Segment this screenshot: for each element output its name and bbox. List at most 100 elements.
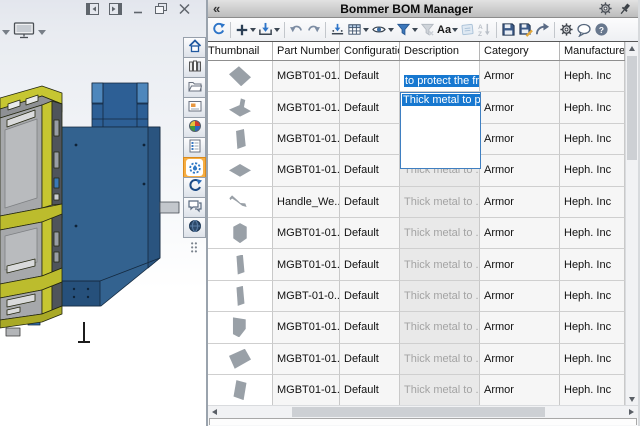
clear-filter-icon[interactable] (419, 20, 436, 39)
category-cell[interactable]: Armor (480, 92, 560, 124)
tab-bommer[interactable] (183, 157, 206, 178)
category-cell[interactable]: Armor (480, 249, 560, 281)
description-cell[interactable]: Thick metal to ... (400, 280, 480, 313)
description-cell[interactable]: Thick metal to ... (400, 217, 480, 250)
part-number-cell[interactable]: Handle_We... (273, 186, 340, 218)
columns-icon[interactable] (346, 20, 370, 39)
description-edit-box[interactable]: Thick metal to prote (400, 92, 481, 169)
table-row[interactable]: Handle_We... Default Thick metal to ... … (208, 186, 638, 218)
feedback-icon[interactable] (575, 20, 593, 39)
manufacturer-cell[interactable]: Heph. Inc (560, 92, 625, 124)
part-number-cell[interactable]: MGBT01-01... (273, 312, 340, 344)
redo-icon[interactable] (305, 20, 322, 39)
manufacturer-cell[interactable]: Heph. Inc (560, 280, 625, 313)
save-as-icon[interactable] (517, 20, 534, 39)
tab-design-library[interactable] (183, 77, 206, 98)
settings-gear-icon[interactable] (597, 1, 613, 16)
add-row-icon[interactable] (234, 20, 257, 39)
category-cell[interactable]: Armor (480, 343, 560, 375)
configuration-cell[interactable]: Default (340, 155, 400, 187)
category-cell[interactable]: Armor (480, 312, 560, 344)
tab-appearances[interactable] (183, 117, 206, 138)
thumbnail-cell[interactable] (208, 249, 273, 281)
sort-icon[interactable]: AZ (476, 20, 493, 39)
column-header-category[interactable]: Category (480, 42, 560, 60)
manufacturer-cell[interactable]: Heph. Inc (560, 249, 625, 281)
part-number-cell[interactable]: MGBT01-01... (273, 123, 340, 156)
configuration-cell[interactable]: Default (340, 186, 400, 218)
configuration-cell[interactable]: Default (340, 61, 400, 93)
pin-icon[interactable] (617, 1, 633, 16)
part-number-cell[interactable]: MGBT01-01... (273, 249, 340, 281)
category-cell[interactable]: Armor (480, 280, 560, 313)
thumbnail-cell[interactable] (208, 61, 273, 93)
category-cell[interactable]: Armor (480, 217, 560, 250)
tab-resources[interactable] (183, 57, 206, 78)
thumbnail-cell[interactable] (208, 217, 273, 250)
thumbnail-cell[interactable] (208, 343, 273, 375)
configuration-cell[interactable]: Default (340, 343, 400, 375)
part-number-cell[interactable]: MGBT01-01... (273, 61, 340, 93)
configuration-cell[interactable]: Default (340, 217, 400, 250)
thumbnail-cell[interactable] (208, 123, 273, 156)
configuration-cell[interactable]: Default (340, 280, 400, 313)
edit-notes-icon[interactable] (459, 20, 476, 39)
manufacturer-cell[interactable]: Heph. Inc (560, 61, 625, 93)
help-icon[interactable]: ? (593, 20, 610, 39)
category-cell[interactable]: Armor (480, 186, 560, 218)
taskpane-resize-grip[interactable]: •• •• •• (183, 238, 206, 256)
undo-icon[interactable] (288, 20, 305, 39)
description-cell[interactable]: Thick metal to ... (400, 249, 480, 281)
description-cell[interactable]: to protect the frame (400, 61, 480, 93)
table-row[interactable]: MGBT01-01... Default Thick metal to ... … (208, 217, 638, 250)
display-settings-icon[interactable] (13, 22, 35, 42)
save-icon[interactable] (500, 20, 517, 39)
table-row[interactable]: MGBT01-01... Default Thick metal to ... … (208, 343, 638, 375)
tab-sync[interactable] (183, 177, 206, 198)
restore-icon[interactable] (155, 3, 169, 16)
manufacturer-cell[interactable]: Heph. Inc (560, 186, 625, 218)
text-format-icon[interactable]: Aa (436, 20, 459, 39)
dock-right-icon[interactable] (109, 3, 123, 16)
horizontal-scrollbar[interactable] (208, 405, 638, 418)
dropdown-caret-icon[interactable] (2, 26, 10, 38)
configuration-cell[interactable]: Default (340, 92, 400, 124)
part-number-cell[interactable]: MGBT-01-0... (273, 280, 340, 313)
manufacturer-cell[interactable]: Heph. Inc (560, 374, 625, 406)
minimize-icon[interactable] (132, 3, 146, 16)
table-row[interactable]: MGBT01-01... Default to protect the fram… (208, 61, 638, 93)
configuration-cell[interactable]: Default (340, 123, 400, 156)
manufacturer-cell[interactable]: Heph. Inc (560, 123, 625, 156)
tab-web[interactable] (183, 217, 206, 238)
part-number-cell[interactable]: MGBT01-01... (273, 374, 340, 406)
manufacturer-cell[interactable]: Heph. Inc (560, 155, 625, 187)
description-cell[interactable]: Thick metal to ... (400, 186, 480, 218)
close-icon[interactable] (178, 3, 192, 16)
category-cell[interactable]: Armor (480, 155, 560, 187)
thumbnail-cell[interactable] (208, 92, 273, 124)
manufacturer-cell[interactable]: Heph. Inc (560, 217, 625, 250)
autofit-icon[interactable] (329, 20, 346, 39)
configuration-cell[interactable]: Default (340, 312, 400, 344)
manufacturer-cell[interactable]: Heph. Inc (560, 312, 625, 344)
import-icon[interactable] (257, 20, 281, 39)
description-cell[interactable]: Thick metal to ... (400, 312, 480, 344)
scroll-right-arrow[interactable] (625, 406, 638, 418)
column-header-configuration[interactable]: Configuration (340, 42, 400, 60)
tab-custom-properties[interactable] (183, 137, 206, 158)
vertical-scroll-thumb[interactable] (627, 56, 637, 160)
filter-icon[interactable] (395, 20, 419, 39)
manufacturer-cell[interactable]: Heph. Inc (560, 343, 625, 375)
configuration-cell[interactable]: Default (340, 249, 400, 281)
settings-icon[interactable] (558, 20, 575, 39)
part-number-cell[interactable]: MGBT01-01... (273, 343, 340, 375)
thumbnail-cell[interactable] (208, 374, 273, 406)
table-row[interactable]: MGBT01-01... Default Thick metal to ... … (208, 374, 638, 406)
part-number-cell[interactable]: MGBT01-01... (273, 217, 340, 250)
table-row[interactable]: MGBT-01-0... Default Thick metal to ... … (208, 280, 638, 313)
description-cell[interactable]: Thick metal to ... (400, 343, 480, 375)
vertical-scrollbar[interactable] (625, 42, 638, 406)
scroll-left-arrow[interactable] (208, 406, 221, 418)
dock-left-icon[interactable] (86, 3, 100, 16)
visibility-icon[interactable] (370, 20, 395, 39)
